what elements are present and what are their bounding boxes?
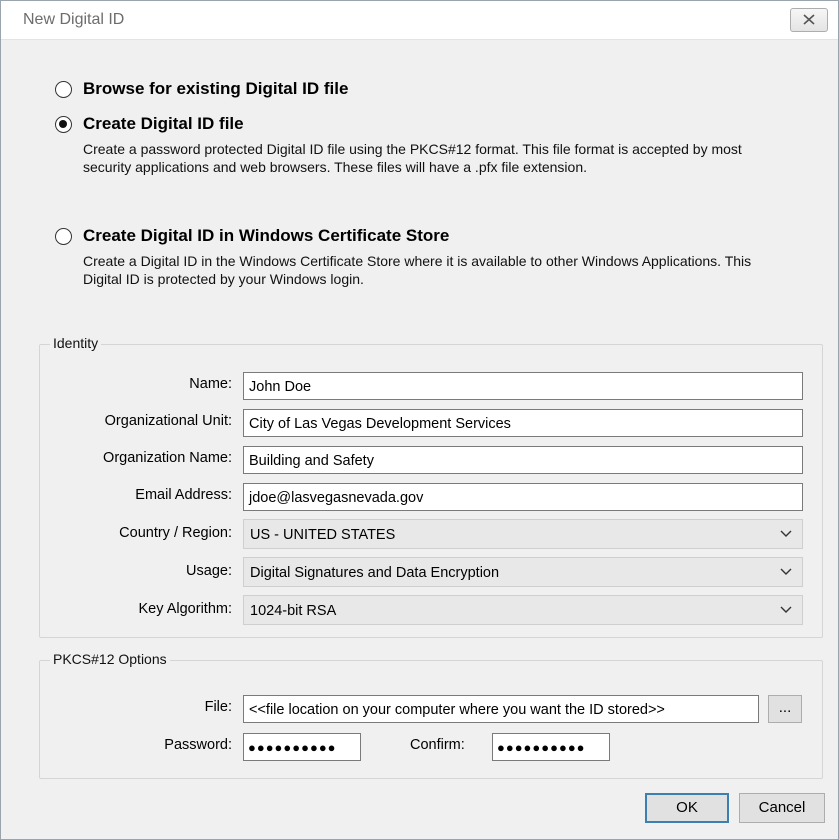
name-label: Name: xyxy=(189,376,232,392)
identity-group: Identity Name: John Doe Organizational U… xyxy=(39,335,823,638)
ok-button[interactable]: OK xyxy=(645,793,729,823)
name-field[interactable]: John Doe xyxy=(243,372,803,400)
option-windows-store-description: Create a Digital ID in the Windows Certi… xyxy=(83,253,752,287)
key-algorithm-label: Key Algorithm: xyxy=(138,601,233,617)
file-label: File: xyxy=(204,699,232,715)
identity-legend: Identity xyxy=(50,335,102,351)
usage-select[interactable]: Digital Signatures and Data Encryption xyxy=(243,557,803,587)
chevron-down-icon xyxy=(780,530,792,537)
cancel-button[interactable]: Cancel xyxy=(739,793,825,823)
window-title: New Digital ID xyxy=(23,11,125,28)
option-create-file-description: Create a password protected Digital ID f… xyxy=(83,141,742,175)
close-button[interactable] xyxy=(790,8,828,32)
title-bar: New Digital ID xyxy=(1,1,838,40)
confirm-password-field[interactable]: ●●●●●●●●●● xyxy=(492,733,610,761)
chevron-down-icon xyxy=(780,606,792,613)
option-windows-store-label: Create Digital ID in Windows Certificate… xyxy=(83,226,450,245)
email-label: Email Address: xyxy=(135,487,232,503)
option-create-file-label: Create Digital ID file xyxy=(83,114,244,133)
org-name-label: Organization Name: xyxy=(103,450,232,466)
org-unit-label: Organizational Unit: xyxy=(104,413,232,429)
pkcs12-options-group: PKCS#12 Options File: <<file location on… xyxy=(39,651,823,779)
file-path-field[interactable]: <<file location on your computer where y… xyxy=(243,695,759,723)
browse-file-button[interactable]: ... xyxy=(768,695,802,723)
email-field[interactable]: jdoe@lasvegasnevada.gov xyxy=(243,483,803,511)
radio-create-file[interactable] xyxy=(55,116,72,133)
org-name-field[interactable]: Building and Safety xyxy=(243,446,803,474)
key-algorithm-select[interactable]: 1024-bit RSA xyxy=(243,595,803,625)
usage-value: Digital Signatures and Data Encryption xyxy=(250,565,500,581)
confirm-label: Confirm: xyxy=(410,737,465,753)
usage-label: Usage: xyxy=(186,563,232,579)
country-value: US - UNITED STATES xyxy=(250,527,396,543)
radio-browse-existing[interactable] xyxy=(55,81,72,98)
country-select[interactable]: US - UNITED STATES xyxy=(243,519,803,549)
country-label: Country / Region: xyxy=(119,525,232,541)
radio-windows-store[interactable] xyxy=(55,228,72,245)
password-field[interactable]: ●●●●●●●●●● xyxy=(243,733,361,761)
close-icon xyxy=(803,14,815,25)
key-algorithm-value: 1024-bit RSA xyxy=(250,603,337,619)
new-digital-id-dialog: New Digital ID Browse for existing Digit… xyxy=(0,0,839,840)
password-label: Password: xyxy=(164,737,232,753)
pkcs12-legend: PKCS#12 Options xyxy=(50,651,170,667)
org-unit-field[interactable]: City of Las Vegas Development Services xyxy=(243,409,803,437)
chevron-down-icon xyxy=(780,568,792,575)
option-browse-existing-label: Browse for existing Digital ID file xyxy=(83,79,349,98)
